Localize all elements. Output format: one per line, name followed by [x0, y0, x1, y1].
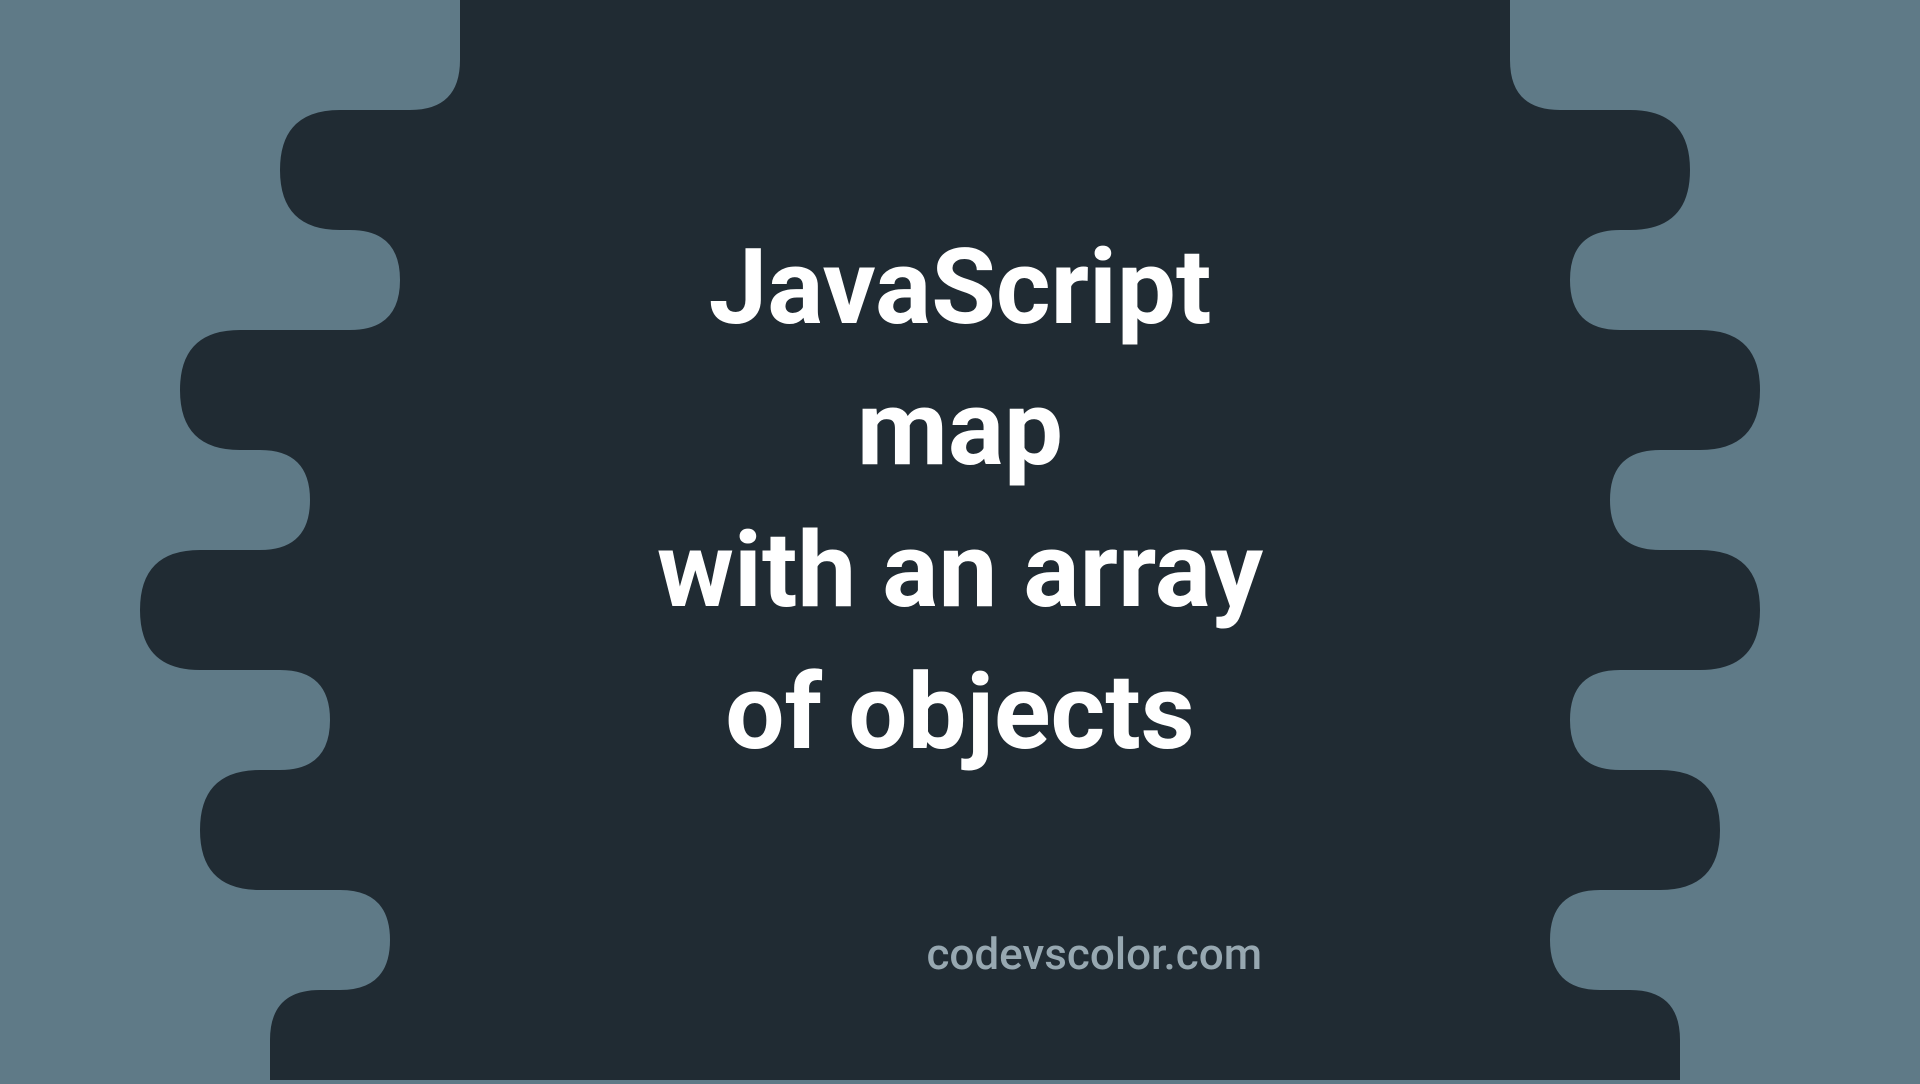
main-title: JavaScript map with an array of objects: [657, 217, 1263, 784]
credit-text: codevscolor.com: [926, 928, 1262, 980]
content-area: JavaScript map with an array of objects: [0, 0, 1920, 1080]
title-line-1: JavaScript: [657, 217, 1263, 359]
title-line-4: of objects: [657, 642, 1263, 784]
title-line-2: map: [657, 358, 1263, 500]
title-line-3: with an array: [657, 500, 1263, 642]
